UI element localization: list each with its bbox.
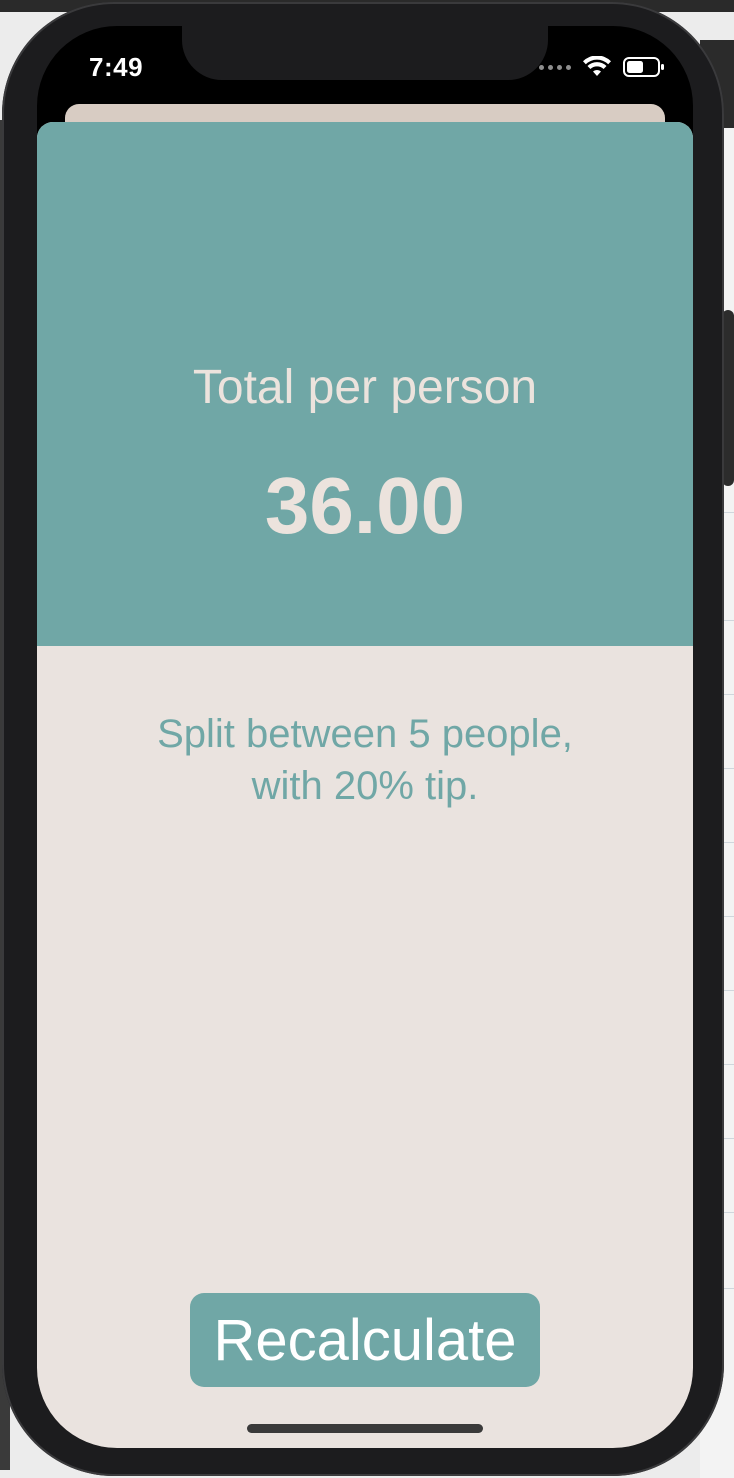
result-panel: Total per person 36.00 xyxy=(37,122,693,646)
status-icons xyxy=(539,56,665,78)
split-summary-line: with 20% tip. xyxy=(251,764,479,808)
split-summary: Split between 5 people, with 20% tip. xyxy=(97,708,633,812)
recalculate-button[interactable]: Recalculate xyxy=(190,1293,540,1387)
battery-icon xyxy=(623,57,664,77)
total-per-person-label: Total per person xyxy=(192,361,538,414)
result-sheet: Total per person 36.00 Split between 5 p… xyxy=(37,122,693,1448)
wifi-icon xyxy=(583,56,611,76)
phone-screen: 7:49 Total per person 36.00 Split betwee… xyxy=(37,26,693,1448)
split-summary-line: Split between 5 people, xyxy=(157,712,573,756)
phone-notch xyxy=(182,26,548,80)
home-indicator[interactable] xyxy=(247,1424,483,1433)
phone-frame: 7:49 Total per person 36.00 Split betwee… xyxy=(2,2,724,1476)
status-time: 7:49 xyxy=(89,52,144,82)
total-per-person-amount: 36.00 xyxy=(264,461,466,550)
signal-dots-icon xyxy=(539,64,571,70)
